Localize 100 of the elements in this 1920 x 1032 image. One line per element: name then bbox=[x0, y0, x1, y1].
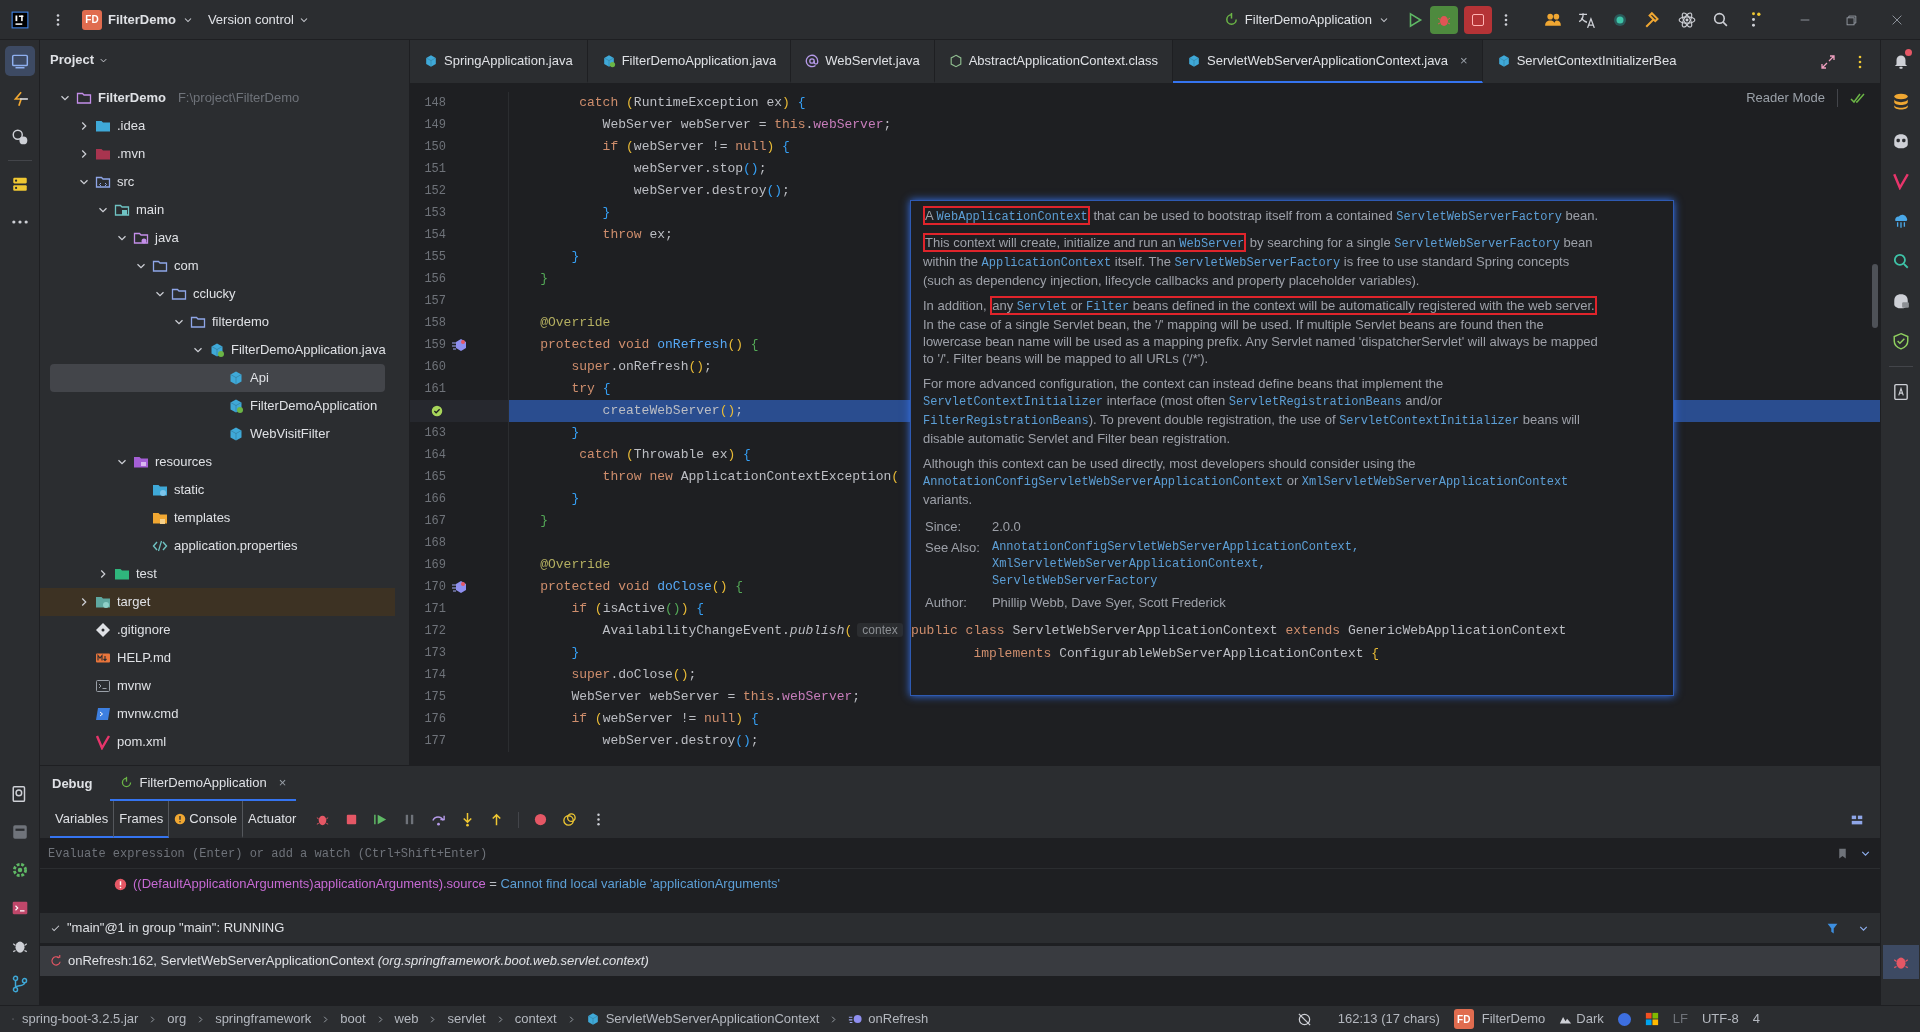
code-line: try { bbox=[570, 380, 611, 399]
breadcrumb[interactable]: org bbox=[167, 1009, 187, 1029]
doc-tag-value: 2.0.0 bbox=[991, 518, 1022, 535]
ai-assistant-icon bbox=[10, 128, 29, 146]
line-number: 149 bbox=[423, 117, 446, 134]
code-line: } bbox=[570, 644, 580, 663]
reader-mode-button[interactable]: Reader Mode bbox=[1746, 88, 1825, 108]
tree-item[interactable]: pom.xml bbox=[50, 728, 385, 756]
debug-view-tab[interactable]: Console bbox=[169, 801, 243, 838]
doc-paragraph: In addition, any Servlet or Filter beans defined in the context will be automatically registered with the web server. In the case of a single Servlet bean, the '/' mapping will be used. If multiple Servlet beans are found then the lowercase bean name will be used as a mapping prefix. Any Servlet named 'dispatcherServlet' will always be mapped to '/'. Filter beans will be mapped to all URLs ('/*'). bbox=[923, 297, 1599, 367]
mute-breakpoints-icon[interactable] bbox=[562, 812, 578, 827]
shield-icon bbox=[1891, 332, 1910, 350]
indent-widget[interactable]: 4 bbox=[1752, 1009, 1760, 1029]
line-number: 171 bbox=[423, 601, 446, 618]
debug-tool-button[interactable] bbox=[1882, 945, 1919, 979]
tree-item[interactable]: resources bbox=[50, 448, 385, 476]
status-dot-icon[interactable] bbox=[1612, 11, 1628, 28]
folder-icon bbox=[95, 118, 111, 134]
windows-icon[interactable] bbox=[1644, 1012, 1659, 1026]
tree-item[interactable]: src bbox=[50, 168, 385, 196]
tree-item[interactable]: main bbox=[50, 196, 385, 224]
tree-item[interactable]: .gitignore bbox=[50, 616, 385, 644]
doc-link[interactable]: XmlServletWebServerApplicationContext, bbox=[991, 556, 1661, 573]
tree-item[interactable]: FilterDemoApplication.java bbox=[50, 336, 385, 364]
run-configuration-selector[interactable]: FilterDemoApplication bbox=[1217, 5, 1396, 34]
editor-tab[interactable]: SpringApplication.java bbox=[410, 40, 588, 83]
scrollbar-thumb[interactable] bbox=[1872, 264, 1878, 328]
bookmark-icon[interactable] bbox=[1836, 847, 1849, 860]
no-inspections-icon[interactable] bbox=[1296, 1011, 1312, 1027]
breakpoint-check-icon[interactable] bbox=[430, 404, 444, 418]
close-tab-button[interactable]: × bbox=[278, 772, 287, 793]
tree-item[interactable]: target bbox=[40, 588, 395, 616]
filter-icon[interactable] bbox=[1826, 921, 1839, 935]
project-switcher[interactable]: FD FilterDemo bbox=[78, 5, 198, 34]
breadcrumb[interactable]: springframework bbox=[215, 1009, 312, 1029]
tree-item[interactable]: static bbox=[50, 476, 385, 504]
vcs-menu[interactable]: Version control bbox=[201, 5, 316, 34]
doc-link[interactable]: ServletWebServerFactory bbox=[991, 573, 1661, 590]
breadcrumb[interactable]: spring-boot-3.2.5.jar bbox=[22, 1009, 139, 1029]
override-method-icon[interactable] bbox=[451, 579, 467, 595]
tree-item[interactable]: application.properties bbox=[50, 532, 385, 560]
expand-icon[interactable] bbox=[1820, 53, 1836, 70]
breadcrumb[interactable]: context bbox=[514, 1009, 557, 1029]
terminal-icon bbox=[95, 678, 111, 694]
code-line: @Override bbox=[539, 556, 611, 575]
tree-item[interactable]: .idea bbox=[50, 112, 385, 140]
resume-icon[interactable] bbox=[373, 812, 389, 827]
thread-row[interactable]: "main"@1 in group "main": RUNNING bbox=[40, 913, 1880, 943]
stop-button[interactable] bbox=[1464, 5, 1492, 34]
encoding-widget[interactable]: UTF-8 bbox=[1701, 1009, 1739, 1029]
editor-tab[interactable]: ServletContextInitializerBea bbox=[1482, 40, 1683, 83]
close-tab-button[interactable]: × bbox=[1460, 50, 1468, 71]
tree-item[interactable]: FilterDemo F:\project\FilterDemo bbox=[50, 84, 385, 112]
diamond-icon bbox=[95, 622, 111, 638]
atom-icon[interactable] bbox=[1678, 10, 1696, 29]
tree-item[interactable]: Api bbox=[50, 364, 385, 392]
stack-frame[interactable]: onRefresh:162, ServletWebServerApplicationContext (org.springframework.boot.web.servlet.context) bbox=[40, 946, 1880, 976]
breakpoints-icon[interactable] bbox=[533, 812, 549, 827]
tree-item[interactable]: filterdemo bbox=[50, 308, 385, 336]
editor-tab[interactable]: WebServlet.java bbox=[791, 40, 935, 83]
tree-item[interactable]: cclucky bbox=[50, 280, 385, 308]
breadcrumb[interactable]: boot bbox=[340, 1009, 366, 1029]
tree-item[interactable]: HELP.md bbox=[50, 644, 385, 672]
tree-item[interactable]: mvnw.cmd bbox=[50, 700, 385, 728]
code-line: createWebServer(); bbox=[601, 402, 744, 421]
tree-item[interactable]: com bbox=[50, 252, 385, 280]
doc-paragraph: For more advanced configuration, the context can instead define beans that implement the ServletContextInitializer interface (most often ServletRegistrationBeans and/or FilterRegistrationBeans). To prevent double registration, the use of ServletContextInitializer beans will disable automatic Servlet and Filter bean registration. bbox=[923, 375, 1581, 447]
breadcrumb[interactable]: onRefresh bbox=[868, 1009, 929, 1029]
debug-session-tab[interactable]: FilterDemoApplication × bbox=[110, 766, 297, 801]
editor-tab[interactable]: AbstractApplicationContext.class bbox=[934, 40, 1173, 83]
hammer-icon[interactable] bbox=[1644, 10, 1662, 29]
panel-title-menu[interactable]: Project bbox=[50, 50, 110, 70]
breadcrumb[interactable]: servlet bbox=[447, 1009, 486, 1029]
search-icon[interactable] bbox=[1712, 11, 1729, 28]
tree-item[interactable]: .mvn bbox=[50, 140, 385, 168]
breadcrumb[interactable]: web bbox=[394, 1009, 419, 1029]
theme-widget[interactable]: Dark bbox=[1559, 1009, 1604, 1029]
watch-item[interactable]: ((DefaultApplicationArguments)applicationArguments).source = Cannot find local variable 'applicationArguments' bbox=[133, 874, 781, 894]
doc-tag-value: Phillip Webb, Dave Syer, Scott Frederick bbox=[991, 594, 1227, 611]
app-logo-icon[interactable] bbox=[11, 10, 29, 29]
breadcrumb[interactable]: ServletWebServerApplicationContext bbox=[605, 1009, 820, 1029]
tree-item[interactable]: mvnw bbox=[50, 672, 385, 700]
doc-link[interactable]: AnnotationConfigServletWebServerApplicationContext, bbox=[991, 539, 1661, 556]
tree-item[interactable]: FilterDemoApplication bbox=[50, 392, 385, 420]
project-widget[interactable]: FD FilterDemo bbox=[1453, 1009, 1546, 1029]
evaluate-expression-field[interactable]: Evaluate expression (Enter) or add a watch (Ctrl+Shift+Enter) bbox=[48, 844, 1826, 863]
tree-item[interactable]: templates bbox=[50, 504, 385, 532]
status-indicator[interactable] bbox=[1617, 1012, 1631, 1026]
tree-item[interactable]: test bbox=[50, 560, 385, 588]
tree-item[interactable]: WebVisitFilter bbox=[50, 420, 385, 448]
translate-icon[interactable] bbox=[1578, 10, 1596, 29]
debug-button[interactable] bbox=[1430, 5, 1458, 34]
debug-view-tab[interactable]: Actuator bbox=[243, 801, 302, 838]
project-view-button[interactable] bbox=[4, 46, 35, 76]
line-number: 160 bbox=[423, 359, 446, 376]
caret-position[interactable]: 162:13 (17 chars) bbox=[1337, 1009, 1440, 1029]
override-method-icon[interactable] bbox=[451, 337, 467, 353]
tree-item[interactable]: java bbox=[50, 224, 385, 252]
editor-tab[interactable]: ServletWebServerApplicationContext.java × bbox=[1173, 40, 1483, 83]
editor-tab[interactable]: FilterDemoApplication.java bbox=[587, 40, 792, 83]
